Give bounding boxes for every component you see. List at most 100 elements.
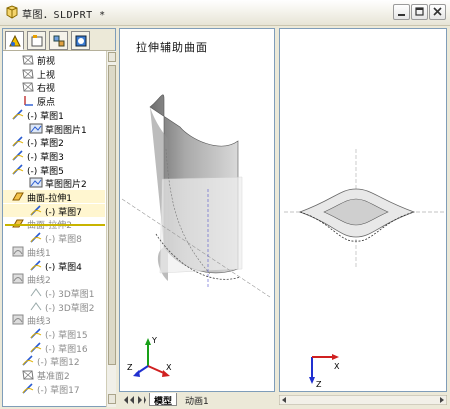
tree-item-label: (-) 草图5 bbox=[27, 166, 64, 177]
tree-item[interactable]: 曲线1 bbox=[3, 245, 105, 259]
tree-item[interactable]: 右视 bbox=[3, 80, 105, 94]
top-view bbox=[284, 149, 444, 269]
tree-item[interactable]: (-) 草图12 bbox=[3, 354, 105, 369]
3d-sketch-icon bbox=[30, 288, 42, 297]
curve-icon bbox=[12, 314, 24, 325]
tree-item[interactable]: 原点 bbox=[3, 94, 105, 109]
solidworks-part-icon bbox=[6, 5, 18, 19]
plane-icon bbox=[22, 55, 34, 65]
bottom-tab-bar: 模型 动画1 bbox=[119, 393, 447, 407]
tree-item[interactable]: 前视 bbox=[3, 53, 105, 67]
tree-item-label: (-) 草图7 bbox=[45, 207, 82, 218]
curve-icon bbox=[12, 246, 24, 257]
tree-item[interactable]: (-) 3D草图1 bbox=[3, 286, 105, 300]
tree-item[interactable]: 曲线2 bbox=[3, 272, 105, 287]
sketch-icon bbox=[30, 328, 42, 339]
sketch-icon bbox=[30, 259, 42, 271]
manager-tabs bbox=[3, 29, 115, 51]
top-axis-x-label: X bbox=[334, 362, 340, 371]
axis-x-label: X bbox=[166, 363, 172, 372]
3d-sketch-icon bbox=[30, 301, 42, 310]
property-manager-icon bbox=[31, 35, 43, 47]
graphics-viewport-right[interactable]: X Z bbox=[279, 28, 447, 392]
tree-item[interactable]: (-) 草图4 bbox=[3, 259, 105, 273]
feature-tree: 前视上视 右视原点 (-) 草图1 草图图片1 (-) 草图2 (-) 草图3 (-) 草图… bbox=[3, 53, 106, 407]
tab-navigation-arrows-icon[interactable] bbox=[121, 394, 147, 406]
tree-item[interactable]: (-) 3D草图2 bbox=[3, 300, 105, 314]
tab-property-manager[interactable] bbox=[27, 31, 46, 50]
configuration-manager-icon bbox=[53, 35, 65, 47]
tree-item-label: 前视 bbox=[37, 57, 56, 67]
axis-z-label: Z bbox=[127, 363, 133, 372]
surface-extrude-icon bbox=[12, 192, 24, 201]
scroll-thumb[interactable] bbox=[108, 65, 116, 365]
sketch-picture-icon bbox=[29, 123, 43, 133]
sketch-picture-icon bbox=[29, 177, 43, 188]
maximize-button[interactable] bbox=[411, 4, 428, 20]
tree-item[interactable]: (-) 草图7 bbox=[3, 203, 105, 218]
close-icon bbox=[433, 7, 442, 16]
tree-item-label: (-) 草图12 bbox=[37, 358, 80, 369]
tree-item[interactable]: 草图图片2 bbox=[3, 176, 105, 190]
tree-item-label: (-) 草图15 bbox=[45, 331, 88, 341]
tree-item-label: (-) 草图8 bbox=[45, 235, 82, 246]
tree-item[interactable]: (-) 草图1 bbox=[3, 108, 105, 122]
feature-tree-icon bbox=[9, 34, 21, 47]
tree-item-label: 草图图片1 bbox=[45, 125, 87, 136]
tree-item-label: 上视 bbox=[37, 70, 56, 81]
tab-model[interactable]: 模型 bbox=[149, 393, 178, 407]
sketch-plane bbox=[159, 176, 243, 274]
tab-animation[interactable]: 动画1 bbox=[181, 393, 213, 407]
tree-item[interactable]: 基准面2 bbox=[3, 368, 105, 383]
graphics-viewport-left[interactable]: 拉伸辅助曲面 Y X Z bbox=[119, 28, 275, 392]
maximize-icon bbox=[415, 7, 424, 16]
title-bar[interactable]: 草图．SLDPRT * bbox=[0, 0, 450, 26]
tree-item-label: (-) 草图2 bbox=[27, 139, 64, 150]
window-title: 草图．SLDPRT * bbox=[22, 10, 106, 21]
tree-item-label: 曲线1 bbox=[27, 248, 51, 259]
tree-item[interactable]: (-) 草图3 bbox=[3, 149, 105, 163]
tree-item[interactable]: 上视 bbox=[3, 67, 105, 81]
tab-feature-manager[interactable] bbox=[5, 31, 24, 50]
sketch-icon bbox=[12, 136, 24, 147]
sketch-icon bbox=[30, 342, 42, 353]
main-window: 草图．SLDPRT * 前视上视右视原点(-) 草图1草图图片1(- bbox=[0, 0, 450, 409]
close-button[interactable] bbox=[429, 4, 446, 20]
horizontal-scrollbar[interactable] bbox=[279, 395, 447, 405]
sketch-icon bbox=[12, 109, 24, 120]
tree-item[interactable]: (-) 草图15 bbox=[3, 327, 105, 341]
tab-dimxpert-manager[interactable] bbox=[71, 31, 90, 50]
sketch-icon bbox=[22, 383, 34, 394]
tree-item-label: (-) 3D草图2 bbox=[45, 303, 95, 314]
scroll-up-arrow[interactable] bbox=[108, 52, 116, 62]
tree-item[interactable]: (-) 草图17 bbox=[3, 382, 105, 396]
tree-item-label: (-) 草图4 bbox=[45, 262, 82, 273]
tree-item-label: 基准面2 bbox=[37, 372, 70, 383]
tree-item[interactable]: (-) 草图8 bbox=[3, 231, 105, 246]
tree-item-label: 原点 bbox=[37, 98, 56, 109]
sketch-icon bbox=[12, 164, 24, 175]
tree-item[interactable]: 草图图片1 bbox=[3, 122, 105, 136]
sketch-icon bbox=[22, 355, 34, 366]
tree-item[interactable]: 曲线3 bbox=[3, 313, 105, 327]
tree-item[interactable]: (-) 草图16 bbox=[3, 341, 105, 355]
tree-item[interactable]: (-) 草图2 bbox=[3, 135, 105, 150]
tab-configuration-manager[interactable] bbox=[49, 31, 68, 50]
axis-y-label: Y bbox=[151, 336, 157, 345]
top-axis-z-label: Z bbox=[316, 380, 322, 389]
sketch-icon bbox=[12, 150, 24, 161]
feature-manager-panel: 前视上视 右视原点 (-) 草图1 草图图片1 (-) 草图2 (-) 草图3 (-) 草图… bbox=[2, 28, 116, 407]
tree-item[interactable]: (-) 草图5 bbox=[3, 163, 105, 177]
tree-item-label: 曲面-拉伸1 bbox=[27, 194, 72, 204]
minimize-icon bbox=[398, 14, 405, 16]
curve-icon bbox=[12, 273, 24, 284]
tree-item[interactable]: 曲面-拉伸1 bbox=[3, 190, 105, 204]
tree-scrollbar[interactable] bbox=[106, 51, 116, 407]
minimize-button[interactable] bbox=[393, 4, 410, 20]
origin-icon bbox=[24, 96, 33, 106]
scroll-down-arrow[interactable] bbox=[108, 394, 116, 404]
tree-item-label: (-) 草图16 bbox=[45, 344, 88, 355]
sketch-icon bbox=[30, 232, 42, 243]
tree-item-label: 曲线2 bbox=[27, 276, 51, 287]
rollback-bar[interactable] bbox=[5, 224, 105, 226]
